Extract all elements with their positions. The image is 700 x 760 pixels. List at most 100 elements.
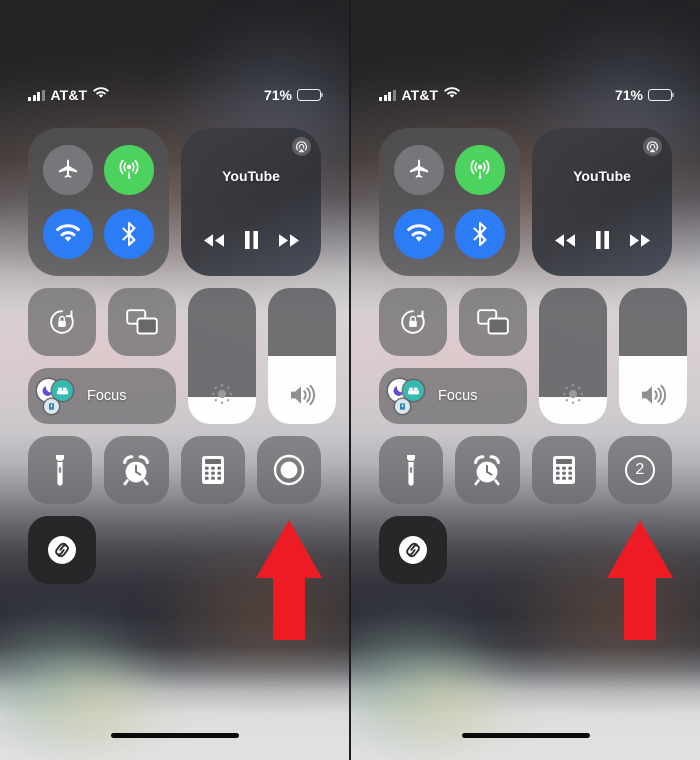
status-bar: AT&T 71% <box>351 84 700 106</box>
media-player-module[interactable]: YouTube <box>532 128 672 276</box>
screen-mirroring-button[interactable] <box>108 288 176 356</box>
volume-slider[interactable] <box>619 288 687 424</box>
status-bar-left: AT&T <box>28 86 110 104</box>
control-center-second-row: Focus <box>28 288 336 424</box>
status-bar-left: AT&T <box>379 86 461 104</box>
flashlight-button[interactable] <box>379 436 444 504</box>
airplay-icon[interactable] <box>292 137 311 161</box>
status-bar-right: 71% <box>615 87 672 103</box>
wifi-button[interactable] <box>394 209 445 259</box>
control-center-third-row: 2 <box>379 436 672 504</box>
screen-record-button[interactable] <box>256 436 321 504</box>
screen-mirroring-icon <box>477 309 509 335</box>
left-controls-column: Focus <box>28 288 176 424</box>
airplay-icon[interactable] <box>643 137 662 161</box>
cellular-icon <box>119 159 139 179</box>
red-arrow-up-left <box>256 520 322 640</box>
bluetooth-button[interactable] <box>103 209 154 259</box>
rotation-lock-icon <box>50 310 74 334</box>
left-controls-column: Focus <box>379 288 527 424</box>
screen-mirroring-icon <box>126 309 158 335</box>
calculator-icon <box>201 456 224 484</box>
bed-icon <box>52 380 73 401</box>
flashlight-button[interactable] <box>28 436 93 504</box>
book-icon <box>395 399 410 414</box>
rotation-lock-button[interactable] <box>28 288 96 356</box>
media-player-module[interactable]: YouTube <box>181 128 321 276</box>
bluetooth-icon <box>121 222 136 246</box>
wifi-icon <box>55 224 81 242</box>
alarm-clock-icon <box>474 455 501 486</box>
timer-button[interactable] <box>455 436 520 504</box>
wifi-icon <box>406 224 432 242</box>
wifi-icon <box>93 86 110 104</box>
connectivity-module[interactable] <box>28 128 170 276</box>
rotation-lock-button[interactable] <box>379 288 447 356</box>
airplane-mode-button[interactable] <box>43 145 94 195</box>
pause-button[interactable] <box>244 231 259 254</box>
focus-icon-cluster <box>388 377 430 415</box>
focus-button[interactable]: Focus <box>379 368 527 424</box>
volume-icon <box>268 383 336 407</box>
signal-strength-icon <box>28 89 45 101</box>
pause-button[interactable] <box>595 231 610 254</box>
bed-icon <box>403 380 424 401</box>
airplane-icon <box>59 159 78 178</box>
alarm-clock-icon <box>123 455 150 486</box>
focus-label: Focus <box>438 388 478 404</box>
signal-strength-icon <box>379 89 396 101</box>
red-arrow-up-right <box>607 520 673 640</box>
calculator-button[interactable] <box>531 436 596 504</box>
volume-slider[interactable] <box>268 288 336 424</box>
media-controls <box>532 231 672 254</box>
home-indicator <box>110 732 239 738</box>
control-center-top-row: YouTube <box>379 128 672 276</box>
battery-icon <box>648 89 672 101</box>
brightness-icon <box>188 381 256 407</box>
screen-record-countdown-button[interactable]: 2 <box>607 436 672 504</box>
sliders-group <box>539 288 687 424</box>
utility-buttons-row <box>28 288 176 356</box>
focus-icon-cluster <box>37 377 79 415</box>
media-controls <box>181 231 321 254</box>
calculator-button[interactable] <box>180 436 245 504</box>
book-icon <box>44 399 59 414</box>
brightness-slider[interactable] <box>539 288 607 424</box>
control-center-panel-left: AT&T 71% YouTube Focus <box>0 0 349 760</box>
control-center-top-row: YouTube <box>28 128 321 276</box>
bluetooth-button[interactable] <box>454 209 505 259</box>
control-center-grid: YouTube <box>379 128 687 584</box>
flashlight-icon <box>56 455 65 486</box>
fast-forward-button[interactable] <box>278 233 300 253</box>
status-bar: AT&T 71% <box>0 84 349 106</box>
rewind-button[interactable] <box>203 233 225 253</box>
fast-forward-button[interactable] <box>629 233 651 253</box>
screen-record-icon <box>273 454 305 486</box>
shazam-button[interactable] <box>28 516 96 584</box>
screen-mirroring-button[interactable] <box>459 288 527 356</box>
status-bar-right: 71% <box>264 87 321 103</box>
battery-icon <box>297 89 321 101</box>
shazam-button[interactable] <box>379 516 447 584</box>
utility-buttons-row <box>379 288 527 356</box>
bluetooth-icon <box>472 222 487 246</box>
cellular-data-button[interactable] <box>454 145 505 195</box>
cellular-data-button[interactable] <box>103 145 154 195</box>
rotation-lock-icon <box>401 310 425 334</box>
connectivity-module[interactable] <box>379 128 521 276</box>
control-center-grid: YouTube <box>28 128 336 584</box>
calculator-icon <box>552 456 575 484</box>
focus-label: Focus <box>87 388 127 404</box>
brightness-slider[interactable] <box>188 288 256 424</box>
shazam-icon <box>399 536 427 564</box>
rewind-button[interactable] <box>554 233 576 253</box>
sliders-group <box>188 288 336 424</box>
timer-button[interactable] <box>104 436 169 504</box>
wifi-icon <box>444 86 461 104</box>
screenshot-stage: AT&T 71% YouTube Focus AT&T 71% YouTube … <box>0 0 700 760</box>
focus-button[interactable]: Focus <box>28 368 176 424</box>
wifi-button[interactable] <box>43 209 94 259</box>
carrier-label: AT&T <box>50 87 88 103</box>
airplane-mode-button[interactable] <box>394 145 445 195</box>
battery-percentage-label: 71% <box>614 87 643 103</box>
